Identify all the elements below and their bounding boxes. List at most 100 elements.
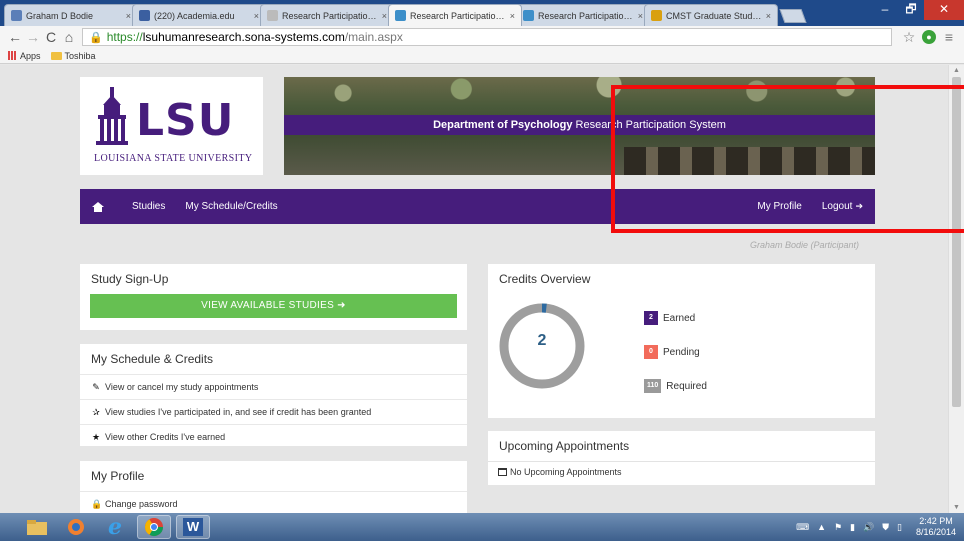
chrome-icon[interactable] [137,515,171,539]
change-password-label: Change password [105,499,178,509]
clock-time: 2:42 PM [919,516,953,526]
credit-badge: 0 [644,345,658,359]
home-icon[interactable] [92,201,104,212]
nav-schedule-credits[interactable]: My Schedule/Credits [185,201,277,212]
internet-explorer-icon[interactable]: e [98,514,132,540]
minimize-button[interactable]: – [872,0,898,20]
tab-close-icon[interactable]: × [126,11,131,21]
profile-panel: My Profile 🔒 Change password [80,461,467,513]
no-appointments-text: No Upcoming Appointments [510,466,622,477]
credit-row: 110 Required [644,379,707,393]
credit-badge: 2 [644,311,658,325]
current-user: Graham Bodie (Participant) [749,240,859,250]
clock-date: 8/16/2014 [915,527,956,537]
tab-title: Research Participation Sto [282,10,379,21]
donut-value: 2 [537,332,547,349]
window-controls: – 🗗 ✕ [872,0,964,20]
tower-icon [96,87,128,145]
home-icon[interactable]: ⌂ [60,29,78,45]
browser-tab[interactable]: Graham D Bodie × [4,4,138,26]
tab-favicon-icon [267,10,278,21]
schedule-link-text: View other Credits I've earned [105,432,226,442]
logo-wordmark: LSU [136,95,235,146]
tab-title: Graham D Bodie [26,10,94,21]
tab-title: (220) Academia.edu [154,10,235,21]
panel-title: My Schedule & Credits [91,352,214,366]
menu-icon[interactable]: ≡ [940,29,958,45]
tab-close-icon[interactable]: × [254,11,259,21]
folder-icon [50,51,62,60]
bookmark-toshiba[interactable]: Toshiba [50,51,96,61]
tray-expand-icon[interactable]: ▲ [817,522,826,532]
bookmark-star-icon[interactable]: ☆ [900,29,918,46]
browser-tab-bar: Graham D Bodie × (220) Academia.edu × Resear… [0,0,964,26]
windows-taskbar: e W ⌨ ▲ ⚑ ▮ 🔊 ⛊ ▯ 2:42 PM 8/16/2014 [0,513,964,541]
schedule-link[interactable]: ✎ View or cancel my study appointments [80,374,467,399]
nav-studies[interactable]: Studies [132,201,165,212]
tab-close-icon[interactable]: × [510,11,515,21]
tab-close-icon[interactable]: × [638,11,643,21]
forward-arrow-icon[interactable]: → [24,29,42,45]
credit-badge: 110 [644,379,662,393]
calendar-icon [498,467,507,476]
red-annotation-box [611,85,964,233]
scroll-up-icon[interactable]: ▲ [953,67,960,74]
lsu-logo[interactable]: LSU LOUISIANA STATE UNIVERSITY [80,77,263,175]
browser-tab[interactable]: Research Participation Sto × [260,4,394,26]
browser-tab[interactable]: Research Participation Sys× [388,4,522,26]
explorer-icon[interactable] [20,515,54,539]
tab-favicon-icon [523,10,534,21]
browser-tab[interactable]: (220) Academia.edu × [132,4,266,26]
reload-icon[interactable]: C [42,29,60,45]
extension-icon[interactable]: ● [922,30,936,44]
panel-title: My Profile [91,469,145,483]
url-host: lsuhumanresearch.sona-systems.com [142,30,345,44]
edit-icon: ✎ [92,381,100,392]
tab-close-icon[interactable]: × [382,11,387,21]
browser-tab[interactable]: CMST Graduate Student A × [644,4,778,26]
back-arrow-icon[interactable]: ← [6,29,24,45]
upcoming-appointments-panel: Upcoming Appointments No Upcoming Appoin… [488,431,875,485]
tab-close-icon[interactable]: × [766,11,771,21]
close-window-button[interactable]: ✕ [924,0,964,20]
maximize-button[interactable]: 🗗 [898,0,924,20]
battery-icon[interactable]: ▯ [897,522,902,533]
credit-label: Required [666,380,707,392]
schedule-credits-panel: My Schedule & Credits ✎ View or cancel my… [80,344,467,446]
panel-title: Credits Overview [499,272,591,286]
credit-label: Pending [663,346,700,358]
panel-title: Upcoming Appointments [499,439,630,453]
star-icon: ★ [91,431,101,442]
browser-toolbar: ← → C ⌂ 🔒 https:// lsuhumanresearch.sona… [0,26,964,48]
media-icon[interactable] [59,515,93,539]
star-half-icon: ✰ [92,406,100,417]
bookmark-label: Apps [20,50,41,61]
panel-title: Study Sign-Up [91,272,169,286]
tab-favicon-icon [395,10,406,21]
network-icon[interactable]: ▮ [850,522,855,533]
url-scheme: https:// [106,30,143,44]
schedule-link[interactable]: ★ View other Credits I've earned [80,424,467,449]
flag-icon[interactable]: ⚑ [834,522,842,533]
lock-icon: 🔒 [91,498,103,509]
university-name: LOUISIANA STATE UNIVERSITY [94,153,253,164]
credit-row: 0 Pending [644,345,700,359]
change-password-link[interactable]: 🔒 Change password [80,491,467,513]
view-available-studies-button[interactable]: VIEW AVAILABLE STUDIES ➜ [90,294,457,318]
scroll-down-icon[interactable]: ▼ [953,504,960,511]
address-bar[interactable]: 🔒 https:// lsuhumanresearch.sona-systems… [82,28,892,46]
new-tab-button[interactable] [779,9,807,23]
shield-icon[interactable]: ⛊ [882,522,889,533]
keyboard-icon[interactable]: ⌨ [796,522,809,533]
volume-icon[interactable]: 🔊 [863,522,874,533]
schedule-list: ✎ View or cancel my study appointments ✰ Vi… [80,374,467,449]
word-icon[interactable]: W [176,515,210,539]
credits-overview-panel: Credits Overview 2 2 Earned 0 Pending 110 Req… [488,264,875,418]
bookmark-apps[interactable]: Apps [8,51,41,61]
schedule-link[interactable]: ✰ View studies I've participated in, and … [80,399,467,424]
taskbar-clock[interactable]: 2:42 PM 8/16/2014 [916,516,956,538]
study-signup-panel: Study Sign-Up VIEW AVAILABLE STUDIES ➜ [80,264,467,330]
tab-favicon-icon [651,10,662,21]
apps-grid-icon [8,51,17,60]
browser-tab[interactable]: Research Participation Sys× [516,4,650,26]
